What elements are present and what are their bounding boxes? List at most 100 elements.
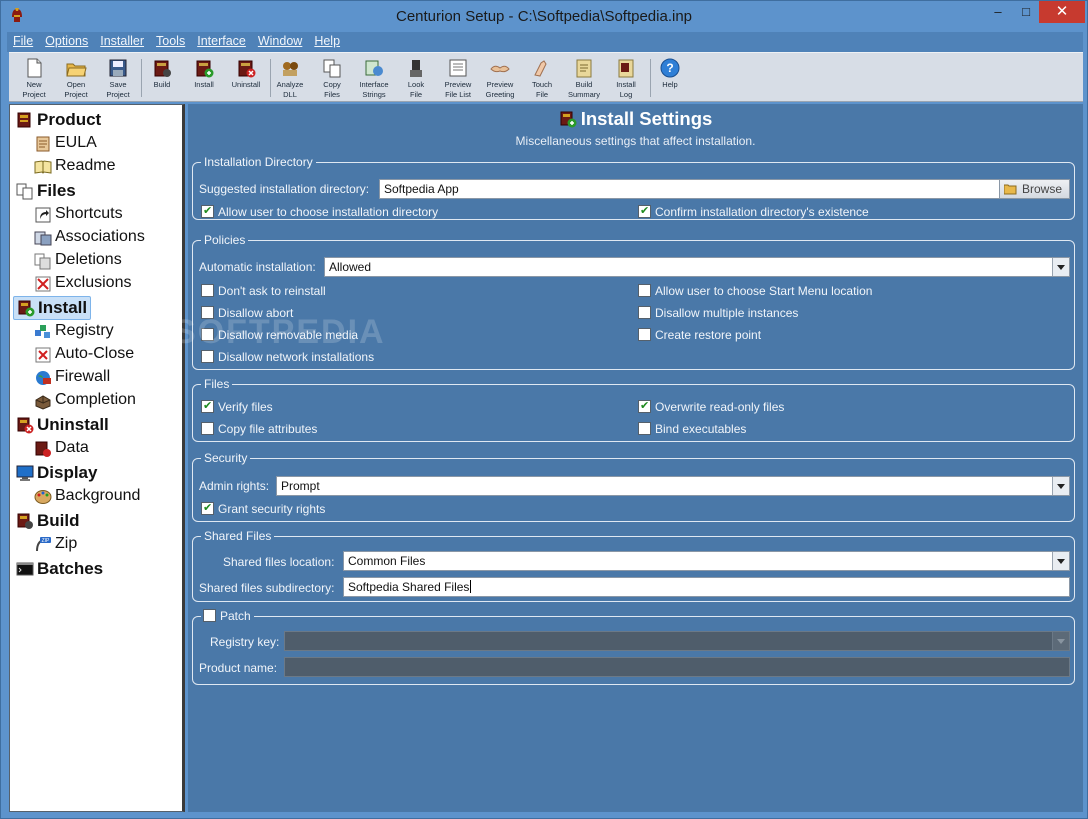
auto-close-icon [35,347,51,363]
open-project-button[interactable]: Open Project [55,55,97,101]
checkbox-checked[interactable] [638,204,651,218]
install-button[interactable]: Install [183,55,225,101]
tree-item-associations[interactable]: Associations [34,227,176,249]
checkbox-checked[interactable] [201,204,214,218]
checkbox-unchecked[interactable] [201,422,214,435]
tree-item-completion[interactable]: Completion [34,390,176,412]
registry-key-label: Registry key: [210,635,280,649]
readme-book-icon [34,160,52,174]
tree-item-install[interactable]: Install [13,296,91,320]
close-button[interactable]: ✕ [1039,1,1085,23]
title-bar[interactable]: Centurion Setup - C:\Softpedia\Softpedia… [1,1,1087,32]
files-group: Files Verify files Copy file attributes … [192,376,1075,442]
tree-item-shortcuts[interactable]: Shortcuts [34,204,176,226]
touch-file-button[interactable]: Touch File [521,55,563,101]
tree-item-eula[interactable]: EULA [34,133,176,155]
build-summary-button[interactable]: Build Summary [563,55,605,101]
preview-file-list-button[interactable]: Preview File List [437,55,479,101]
tree-item-build[interactable]: Build [16,510,176,532]
preview-file-list-icon [449,59,467,77]
touch-file-icon [534,60,547,77]
interface-strings-button[interactable]: Interface Strings [353,55,395,101]
admin-rights-dropdown[interactable]: Prompt [276,476,1070,496]
menu-bar: File Options Installer Tools Interface Window… [7,32,1083,52]
menu-options[interactable]: Options [39,32,94,52]
shared-files-subdirectory-input[interactable]: Softpedia Shared Files [343,577,1070,597]
menu-tools[interactable]: Tools [150,32,191,52]
checkbox-unchecked[interactable] [203,609,216,622]
look-file-button[interactable]: Look File [395,55,437,101]
shared-files-location-dropdown[interactable]: Common Files [343,551,1070,571]
tree-item-batches[interactable]: Batches [16,558,176,580]
checkbox-unchecked[interactable] [638,422,651,435]
files-icon [16,183,33,200]
tree-item-registry[interactable]: Registry [34,321,176,343]
exclusions-icon [35,276,51,292]
checkbox-unchecked[interactable] [638,328,651,341]
automatic-installation-dropdown[interactable]: Allowed [324,257,1070,277]
install-log-button[interactable]: Install Log [605,55,647,101]
tree-item-auto-close[interactable]: Auto-Close [34,344,176,366]
minimize-button[interactable]: – [987,1,1009,23]
menu-file[interactable]: File [7,32,39,52]
svg-text:?: ? [666,61,673,75]
tree-item-background[interactable]: Background [34,486,176,508]
save-project-button[interactable]: Save Project [97,55,139,101]
softpedia-watermark: SOFTPEDIA [173,313,386,351]
firewall-globe-icon [36,371,51,385]
security-group: Security Admin rights: Prompt Grant secu… [192,450,1075,522]
interface-strings-icon [365,60,383,76]
browse-button[interactable]: Browse [999,179,1070,199]
tree-item-deletions[interactable]: Deletions [34,250,176,272]
completion-box-icon [35,395,51,410]
uninstall-box-icon [17,417,34,434]
checkbox-checked[interactable] [201,501,214,515]
installation-directory-group: Installation Directory Suggested install… [192,154,1075,220]
page-subtitle: Miscellaneous settings that affect insta… [515,134,756,148]
new-project-button[interactable]: New Project [13,55,55,101]
menu-window[interactable]: Window [252,32,308,52]
chevron-down-icon[interactable] [1052,258,1069,276]
tree-item-uninstall[interactable]: Uninstall [16,414,176,436]
product-box-icon [17,112,31,128]
help-button[interactable]: ? Help [649,55,691,101]
tree-item-product[interactable]: Product [16,109,176,131]
uninstall-icon [238,60,256,78]
registry-key-dropdown [284,631,1070,651]
menu-interface[interactable]: Interface [191,32,252,52]
suggested-dir-input[interactable]: Softpedia App [379,179,1000,199]
shared-files-location-label: Shared files location: [223,555,335,569]
build-button[interactable]: Build [141,55,183,101]
checkbox-unchecked[interactable] [638,284,651,297]
menu-installer[interactable]: Installer [94,32,150,52]
shared-files-subdirectory-label: Shared files subdirectory: [199,581,335,595]
analyze-dll-button[interactable]: Analyze DLL [269,55,311,101]
checkbox-checked[interactable] [201,399,214,413]
open-project-icon [66,63,87,77]
tree-item-data[interactable]: Data [34,438,176,460]
product-name-input [284,657,1070,677]
tree-item-firewall[interactable]: Firewall [34,367,176,389]
tree-item-readme[interactable]: Readme [34,156,176,178]
install-settings-panel: Install Settings Miscellaneous settings … [188,104,1083,812]
checkbox-checked[interactable] [638,399,651,413]
copy-files-button[interactable]: Copy Files [311,55,353,101]
checkbox-unchecked[interactable] [638,306,651,319]
text-cursor [470,580,472,593]
tree-item-exclusions[interactable]: Exclusions [34,273,176,295]
copy-files-icon [323,59,341,78]
chevron-down-icon[interactable] [1052,552,1069,570]
checkbox-unchecked[interactable] [201,284,214,297]
menu-help[interactable]: Help [308,32,346,52]
tree-item-zip[interactable]: ZIP Zip [34,534,176,556]
tree-item-files[interactable]: Files [16,180,176,202]
uninstall-button[interactable]: Uninstall [225,55,267,101]
maximize-button[interactable]: □ [1013,1,1039,23]
patch-checkbox[interactable]: Patch [203,608,251,624]
group-title: Files [201,376,233,392]
chevron-down-icon[interactable] [1052,477,1069,495]
page-title: Install Settings [188,108,1083,130]
preview-greeting-button[interactable]: Preview Greeting [479,55,521,101]
tree-item-display[interactable]: Display [16,462,176,484]
install-log-icon [618,59,634,78]
